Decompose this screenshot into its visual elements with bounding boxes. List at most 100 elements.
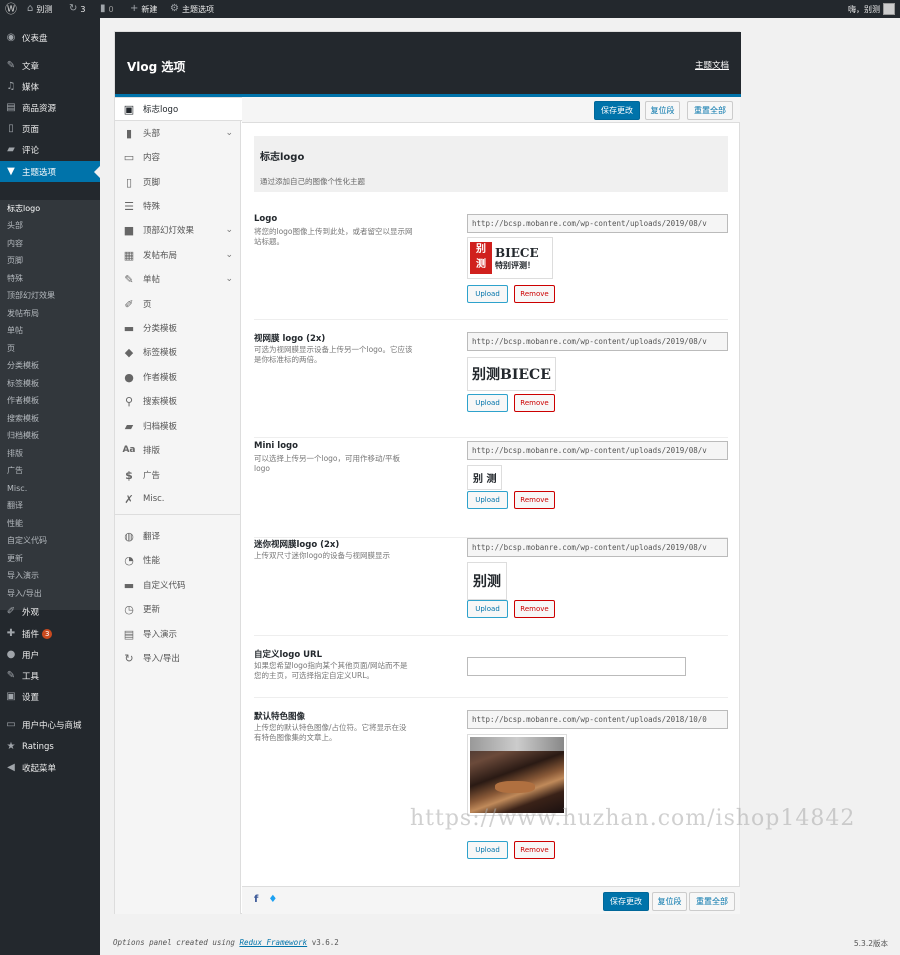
menu-settings[interactable]: ▣ 设置 bbox=[0, 686, 100, 707]
section-tab-page[interactable]: ✐ 页 bbox=[115, 292, 240, 316]
section-tab-single[interactable]: ✎ 单帖 ⌄ bbox=[115, 267, 240, 291]
menu-appearance[interactable]: ✐ 外观 bbox=[0, 601, 100, 622]
section-tab-category[interactable]: ▬ 分类模板 bbox=[115, 316, 240, 340]
section-tab-performance[interactable]: ◔ 性能 bbox=[115, 548, 240, 572]
submenu-item[interactable]: 归档模板 bbox=[7, 427, 39, 444]
my-account-link[interactable]: 嗨，别测 bbox=[848, 0, 895, 18]
remove-button[interactable]: Remove bbox=[514, 394, 555, 412]
remove-button[interactable]: Remove bbox=[514, 841, 555, 859]
submenu-item[interactable]: 顶部幻灯效果 bbox=[7, 287, 55, 304]
menu-collapse[interactable]: ◀ 收起菜单 bbox=[0, 757, 100, 778]
upload-button[interactable]: Upload bbox=[467, 841, 508, 859]
submenu-item[interactable]: 发帖布局 bbox=[7, 305, 39, 322]
submenu-item[interactable]: 头部 bbox=[7, 217, 23, 234]
upload-button[interactable]: Upload bbox=[467, 600, 508, 618]
section-tab-logo[interactable]: ▣ 标志logo bbox=[115, 97, 242, 121]
twitter-icon[interactable]: ♦ bbox=[268, 894, 277, 905]
section-tab-slider[interactable]: ■ 顶部幻灯效果 ⌄ bbox=[115, 218, 240, 242]
section-tab-search[interactable]: ⚲ 搜索模板 bbox=[115, 389, 240, 413]
reset-section-button[interactable]: 复位段 bbox=[645, 101, 680, 120]
reset-section-button[interactable]: 复位段 bbox=[652, 892, 687, 911]
submenu-item[interactable]: 自定义代码 bbox=[7, 532, 47, 549]
chevron-down-icon: ⌄ bbox=[225, 274, 233, 284]
submenu-item[interactable]: 单帖 bbox=[7, 322, 23, 339]
mini-retina-logo-url-field[interactable]: http://bcsp.mobanre.com/wp-content/uploa… bbox=[467, 538, 728, 557]
section-tab-footer[interactable]: ▯ 页脚 bbox=[115, 170, 240, 194]
redux-framework-link[interactable]: Redux Framework bbox=[239, 938, 307, 947]
featured-image-url-field[interactable]: http://bcsp.mobanre.com/wp-content/uploa… bbox=[467, 710, 728, 729]
wordpress-logo-icon[interactable]: Ⓦ bbox=[5, 0, 17, 18]
section-tab-author[interactable]: ● 作者模板 bbox=[115, 365, 240, 389]
submenu-item[interactable]: 作者模板 bbox=[7, 392, 39, 409]
menu-user-center[interactable]: ▭ 用户中心与商城 bbox=[0, 714, 100, 735]
section-tab-import-export[interactable]: ↻ 导入/导出 bbox=[115, 646, 240, 670]
submenu-item[interactable]: 导入演示 bbox=[7, 567, 39, 584]
section-tab-archive[interactable]: ▰ 归档模板 bbox=[115, 414, 240, 438]
retina-logo-url-field[interactable]: http://bcsp.mobanre.com/wp-content/uploa… bbox=[467, 332, 728, 351]
menu-theme-options[interactable]: ▼ 主题选项 bbox=[0, 161, 100, 182]
menu-products[interactable]: ▤ 商品资源 bbox=[0, 97, 100, 118]
save-changes-button[interactable]: 保存更改 bbox=[594, 101, 640, 120]
menu-users[interactable]: ● 用户 bbox=[0, 644, 100, 665]
updates-link[interactable]: ↻ 3 bbox=[69, 0, 85, 18]
field-description: 上传您的默认特色图像/占位符。它将显示在没有特色图像集的文章上。 bbox=[254, 723, 407, 742]
logo-url-field[interactable]: http://bcsp.mobanre.com/wp-content/uploa… bbox=[467, 214, 728, 233]
menu-plugins[interactable]: ✚ 插件 3 bbox=[0, 623, 100, 644]
menu-posts[interactable]: ✎ 文章 bbox=[0, 55, 100, 76]
section-tab-ads[interactable]: $ 广告 bbox=[115, 463, 240, 487]
submenu-item[interactable]: 搜索模板 bbox=[7, 410, 39, 427]
section-tab-import-demo[interactable]: ▤ 导入演示 bbox=[115, 622, 240, 646]
section-tab-custom-code[interactable]: ▬ 自定义代码 bbox=[115, 573, 240, 597]
remove-button[interactable]: Remove bbox=[514, 491, 555, 509]
menu-comments[interactable]: ▰ 评论 bbox=[0, 139, 100, 160]
facebook-icon[interactable]: f bbox=[254, 894, 258, 905]
submenu-item[interactable]: 更新 bbox=[7, 550, 23, 567]
save-changes-button[interactable]: 保存更改 bbox=[603, 892, 649, 911]
mini-logo-url-field[interactable]: http://bcsp.mobanre.com/wp-content/uploa… bbox=[467, 441, 728, 460]
section-tab-misc[interactable]: ✗ Misc. bbox=[115, 487, 240, 511]
submenu-item[interactable]: Misc. bbox=[7, 480, 27, 497]
section-tab-translate[interactable]: ◍ 翻译 bbox=[115, 524, 240, 548]
menu-ratings[interactable]: ★ Ratings bbox=[0, 736, 100, 757]
upload-button[interactable]: Upload bbox=[467, 491, 508, 509]
menu-pages[interactable]: ▯ 页面 bbox=[0, 118, 100, 139]
list-icon: ☰ bbox=[124, 199, 134, 213]
menu-media[interactable]: ♫ 媒体 bbox=[0, 76, 100, 97]
new-content-link[interactable]: + 新建 bbox=[130, 0, 157, 18]
submenu-item[interactable]: 标签模板 bbox=[7, 375, 39, 392]
remove-button[interactable]: Remove bbox=[514, 600, 555, 618]
submenu-item[interactable]: 排版 bbox=[7, 445, 23, 462]
submenu-item[interactable]: 特殊 bbox=[7, 270, 23, 287]
comments-link[interactable]: ▮ 0 bbox=[100, 0, 114, 18]
section-tab-post-layout[interactable]: ▦ 发帖布局 ⌄ bbox=[115, 243, 240, 267]
section-tab-special[interactable]: ☰ 特殊 bbox=[115, 194, 240, 218]
submenu-item[interactable]: 翻译 bbox=[7, 497, 23, 514]
remove-button[interactable]: Remove bbox=[514, 285, 555, 303]
submenu-item[interactable]: 页 bbox=[7, 340, 15, 357]
section-tab-updates[interactable]: ◷ 更新 bbox=[115, 597, 240, 621]
section-tab-tag[interactable]: ◆ 标签模板 bbox=[115, 340, 240, 364]
submenu-item[interactable]: 标志logo bbox=[7, 200, 40, 217]
submenu-item[interactable]: 内容 bbox=[7, 235, 23, 252]
section-tab-typography[interactable]: Aa 排版 bbox=[115, 438, 240, 462]
submenu-item[interactable]: 分类模板 bbox=[7, 357, 39, 374]
submenu-item[interactable]: 导入/导出 bbox=[7, 585, 42, 602]
custom-logo-url-input[interactable] bbox=[467, 657, 686, 676]
site-name-link[interactable]: ⌂ 别测 bbox=[27, 0, 52, 18]
menu-dashboard[interactable]: ◉ 仪表盘 bbox=[0, 27, 100, 48]
submenu-item[interactable]: 性能 bbox=[7, 515, 23, 532]
menu-tools[interactable]: ✎ 工具 bbox=[0, 665, 100, 686]
upload-button[interactable]: Upload bbox=[467, 285, 508, 303]
section-tab-header[interactable]: ▮ 头部 ⌄ bbox=[115, 121, 240, 145]
section-tab-content[interactable]: ▭ 内容 bbox=[115, 145, 240, 169]
section-description: 通过添加自己的图像个性化主题 bbox=[260, 177, 365, 186]
upload-button[interactable]: Upload bbox=[467, 394, 508, 412]
reset-all-button[interactable]: 重置全部 bbox=[687, 101, 733, 120]
section-tab-label: Misc. bbox=[143, 494, 165, 504]
theme-docs-link[interactable]: 主题文档 bbox=[695, 59, 729, 71]
submenu-item[interactable]: 页脚 bbox=[7, 252, 23, 269]
typography-icon: Aa bbox=[122, 445, 136, 455]
submenu-item[interactable]: 广告 bbox=[7, 462, 23, 479]
theme-options-link[interactable]: ⚙ 主题选项 bbox=[170, 0, 214, 18]
reset-all-button[interactable]: 重置全部 bbox=[689, 892, 735, 911]
